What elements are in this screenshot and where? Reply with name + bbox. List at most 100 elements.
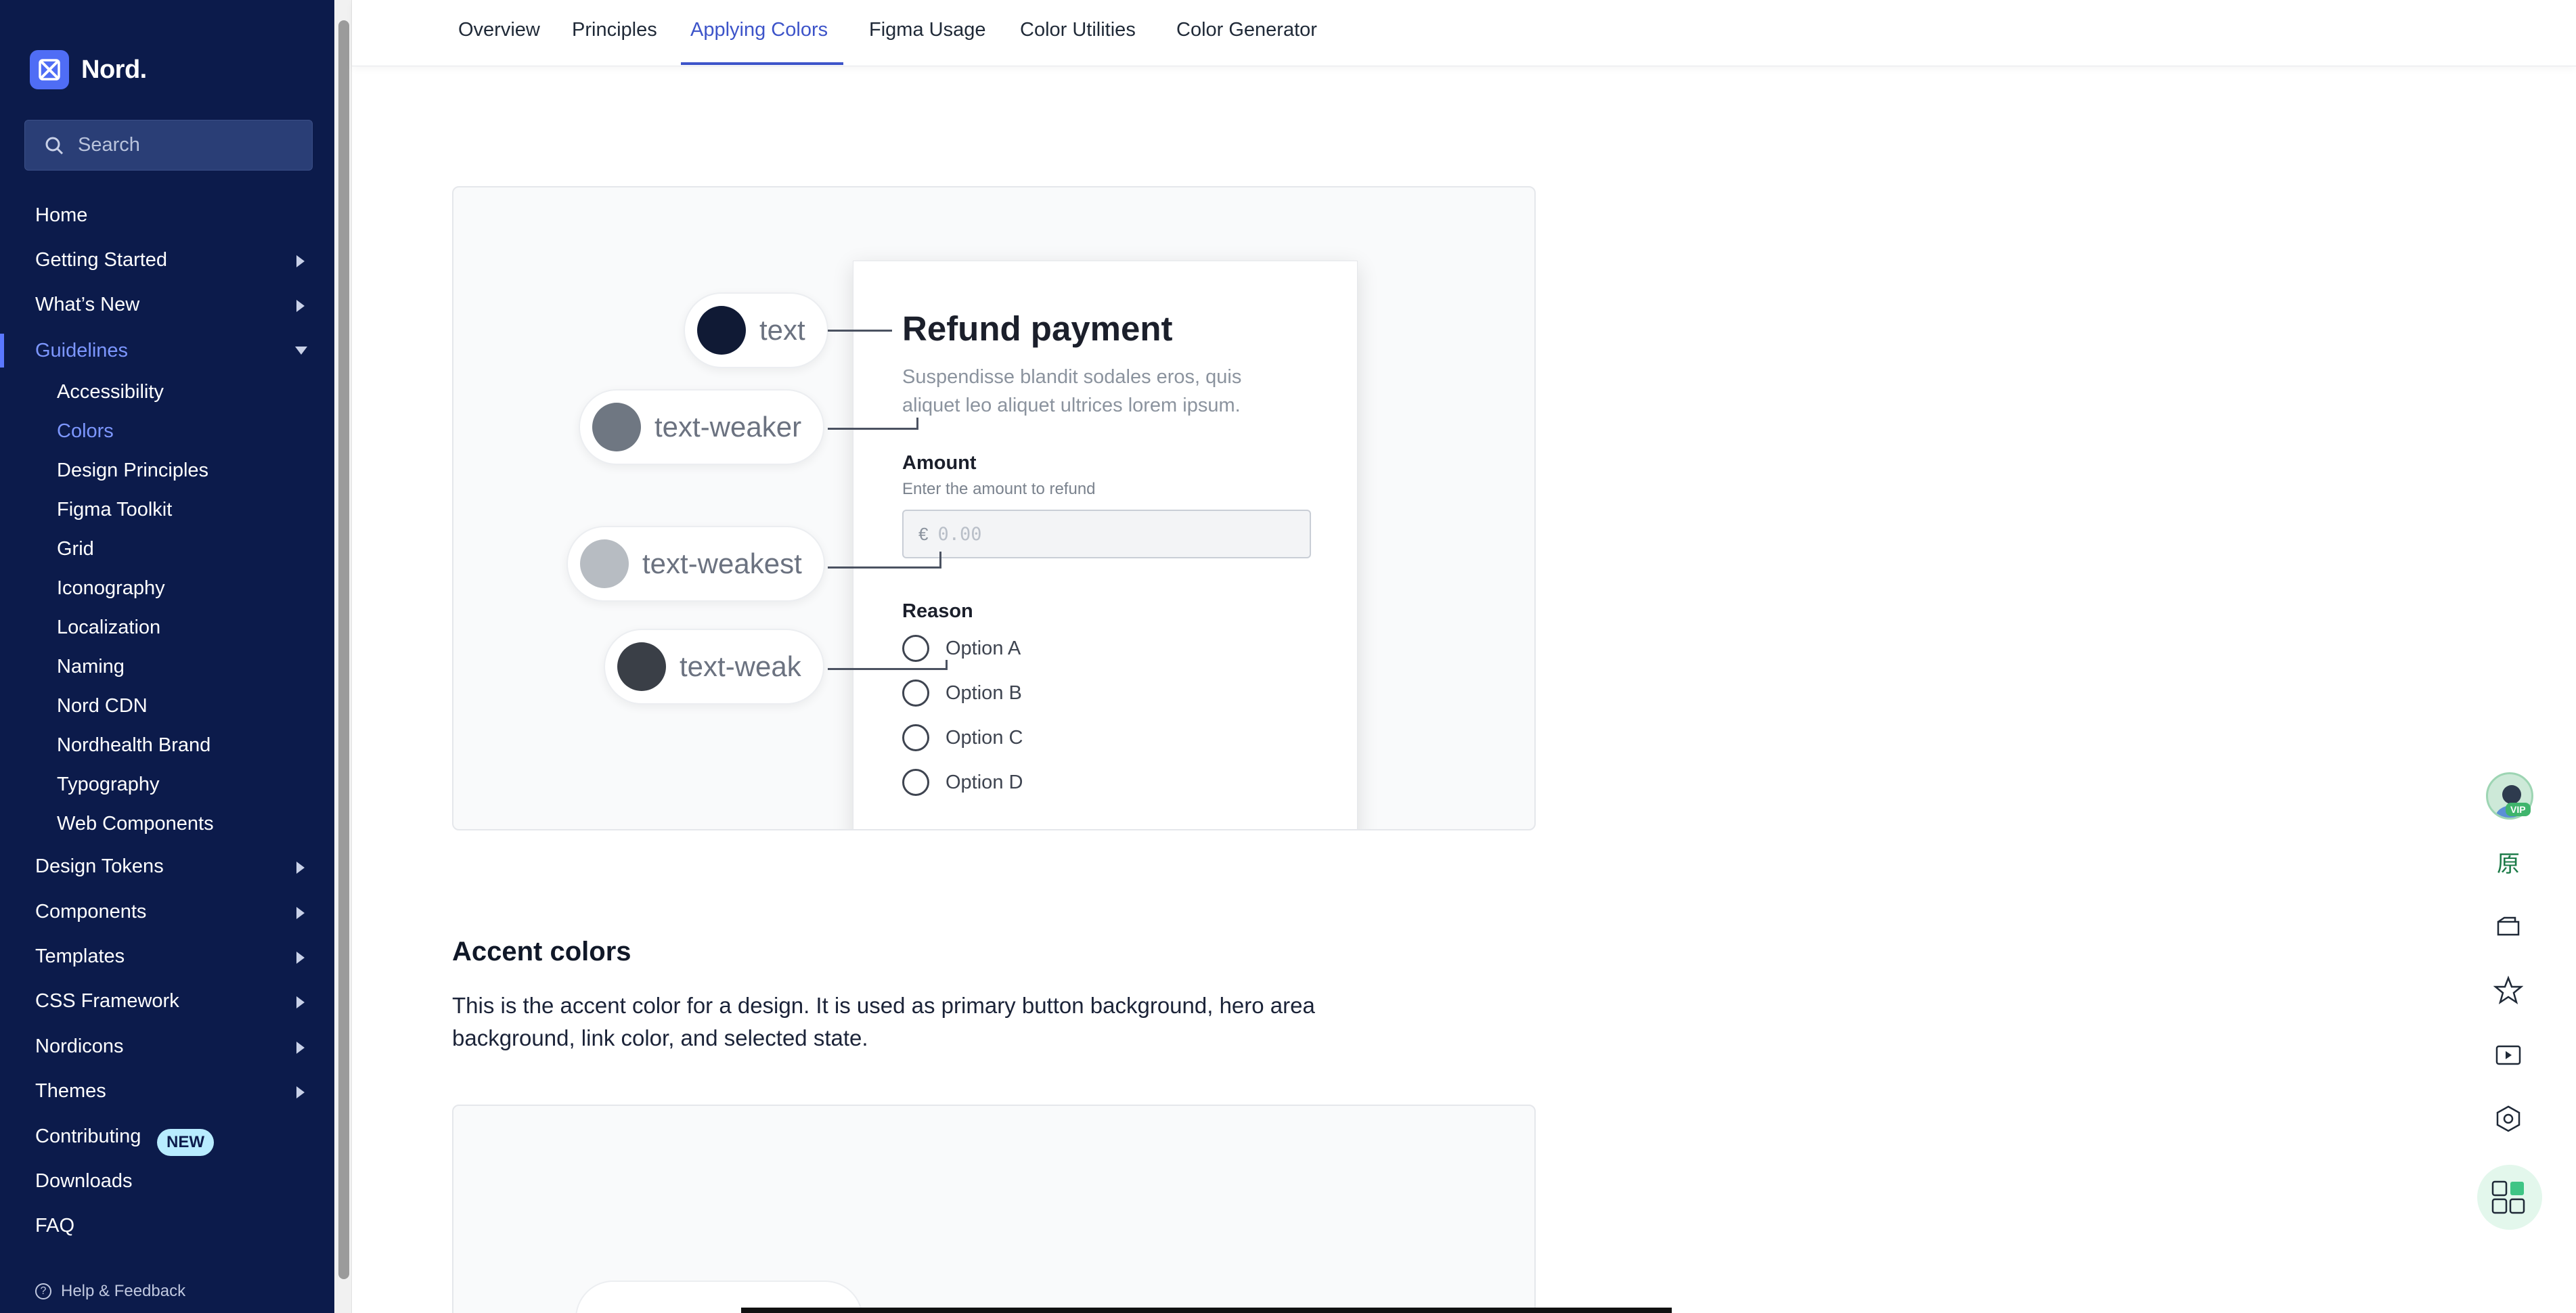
amount-placeholder: 0.00 xyxy=(937,523,982,545)
sidebar-item-contributing[interactable]: Contributing xyxy=(35,1126,141,1148)
folder-tool[interactable] xyxy=(2486,904,2531,948)
amount-hint: Enter the amount to refund xyxy=(902,480,1096,498)
chevron-right-icon[interactable] xyxy=(296,996,305,1008)
brand-name: Nord. xyxy=(81,55,147,84)
option-label: Option C xyxy=(946,726,1023,749)
tab-color-utilities[interactable]: Color Utilities xyxy=(1020,19,1136,41)
apps-tool[interactable] xyxy=(2486,1175,2531,1220)
sidebar-subitem-iconography[interactable]: Iconography xyxy=(57,577,165,600)
sidebar-subitem-figma-toolkit[interactable]: Figma Toolkit xyxy=(57,499,172,521)
sidebar-item-guidelines[interactable]: Guidelines xyxy=(35,340,128,362)
brand[interactable]: Nord. xyxy=(30,50,147,89)
search-input[interactable]: Search xyxy=(24,120,313,171)
tab-applying-colors[interactable]: Applying Colors xyxy=(690,19,828,41)
sidebar-subitem-typography[interactable]: Typography xyxy=(57,774,160,796)
token-label: text xyxy=(759,314,805,346)
sidebar-item-nordicons[interactable]: Nordicons xyxy=(35,1036,124,1058)
nord-logo-icon xyxy=(30,50,69,89)
color-swatch xyxy=(617,642,666,691)
star-icon xyxy=(2493,975,2523,1004)
bottom-edge xyxy=(741,1308,1672,1313)
sidebar-item-faq[interactable]: FAQ xyxy=(35,1215,74,1237)
radio-option-c[interactable]: Option C xyxy=(902,724,1023,751)
original-text-tool[interactable]: 原 xyxy=(2486,839,2531,884)
sidebar-item-templates[interactable]: Templates xyxy=(35,945,125,968)
chevron-right-icon[interactable] xyxy=(296,255,305,267)
amount-label: Amount xyxy=(902,452,977,474)
chevron-right-icon[interactable] xyxy=(296,1042,305,1054)
radio-button[interactable] xyxy=(902,680,929,707)
color-swatch xyxy=(580,539,629,588)
token-pill-text-weaker: text-weaker xyxy=(579,389,825,465)
video-tool[interactable] xyxy=(2486,1032,2531,1077)
tab-principles[interactable]: Principles xyxy=(572,19,657,41)
sidebar-subitem-accessibility[interactable]: Accessibility xyxy=(57,381,164,403)
sidebar-subitem-nord-cdn[interactable]: Nord CDN xyxy=(57,695,148,717)
leader-line xyxy=(916,418,918,430)
option-label: Option B xyxy=(946,682,1022,704)
sidebar-item-design-tokens[interactable]: Design Tokens xyxy=(35,855,164,878)
tab-color-generator[interactable]: Color Generator xyxy=(1176,19,1317,41)
color-swatch xyxy=(592,403,641,451)
option-label: Option A xyxy=(946,637,1021,659)
sidebar-item-home[interactable]: Home xyxy=(35,204,87,227)
sidebar-subitem-web-components[interactable]: Web Components xyxy=(57,813,214,835)
vip-badge: VIP xyxy=(2506,803,2531,816)
radio-option-a[interactable]: Option A xyxy=(902,635,1021,662)
chevron-right-icon[interactable] xyxy=(296,1086,305,1098)
token-pill-text-weakest: text-weakest xyxy=(567,526,825,602)
hexagon-settings-icon xyxy=(2496,1105,2521,1132)
active-indicator xyxy=(0,334,4,368)
chevron-right-icon[interactable] xyxy=(296,300,305,312)
page-tabs: Overview Principles Applying Colors Figm… xyxy=(352,0,2576,66)
text-color-demo: Refund payment Suspendisse blandit sodal… xyxy=(452,186,1536,830)
sidebar-subitem-colors[interactable]: Colors xyxy=(57,420,114,443)
sidebar-item-getting-started[interactable]: Getting Started xyxy=(35,249,167,271)
help-feedback-link[interactable]: ? Help & Feedback xyxy=(35,1282,185,1301)
radio-button[interactable] xyxy=(902,635,929,662)
token-label: text-weak xyxy=(680,650,801,682)
radio-button[interactable] xyxy=(902,769,929,796)
search-icon xyxy=(45,137,64,154)
radio-button[interactable] xyxy=(902,724,929,751)
active-tab-indicator xyxy=(681,62,843,65)
sidebar-item-themes[interactable]: Themes xyxy=(35,1080,106,1103)
new-badge: NEW xyxy=(157,1129,214,1156)
leader-line xyxy=(828,330,892,332)
apps-grid-icon xyxy=(2491,1180,2525,1214)
chevron-right-icon[interactable] xyxy=(296,907,305,919)
favorite-tool[interactable] xyxy=(2486,968,2531,1012)
settings-tool[interactable] xyxy=(2486,1096,2531,1141)
amount-input[interactable]: € 0.00 xyxy=(902,510,1311,558)
currency-symbol: € xyxy=(918,523,929,544)
reason-label: Reason xyxy=(902,600,973,622)
video-icon xyxy=(2495,1045,2521,1065)
accent-color-demo xyxy=(452,1105,1536,1313)
sidebar-item-css-framework[interactable]: CSS Framework xyxy=(35,990,179,1012)
token-label: text-weaker xyxy=(654,411,802,443)
chevron-right-icon[interactable] xyxy=(296,952,305,964)
chevron-right-icon[interactable] xyxy=(296,862,305,874)
radio-option-d[interactable]: Option D xyxy=(902,769,1023,796)
token-pill-text-weak: text-weak xyxy=(604,629,824,705)
sidebar-item-components[interactable]: Components xyxy=(35,901,146,923)
token-pill-text: text xyxy=(684,292,828,368)
leader-line xyxy=(939,552,941,569)
section-heading-accent-colors: Accent colors xyxy=(452,937,631,966)
refund-form-example: Refund payment Suspendisse blandit sodal… xyxy=(853,261,1358,829)
sidebar-subitem-nordhealth-brand[interactable]: Nordhealth Brand xyxy=(57,734,210,757)
sidebar-subitem-grid[interactable]: Grid xyxy=(57,538,94,560)
radio-option-b[interactable]: Option B xyxy=(902,680,1022,707)
sidebar-item-downloads[interactable]: Downloads xyxy=(35,1170,132,1193)
sidebar-subitem-design-principles[interactable]: Design Principles xyxy=(57,460,208,482)
tab-overview[interactable]: Overview xyxy=(458,19,540,41)
sidebar-scrollbar-thumb[interactable] xyxy=(338,20,349,1279)
sidebar-item-whats-new[interactable]: What’s New xyxy=(35,294,139,316)
chevron-down-icon[interactable] xyxy=(295,347,307,355)
sidebar: Nord. Search Home Getting Started What’s… xyxy=(0,0,334,1313)
sidebar-subitem-localization[interactable]: Localization xyxy=(57,617,160,639)
leader-line xyxy=(828,668,947,670)
sidebar-subitem-naming[interactable]: Naming xyxy=(57,656,125,678)
leader-line xyxy=(946,660,948,670)
tab-figma-usage[interactable]: Figma Usage xyxy=(869,19,985,41)
